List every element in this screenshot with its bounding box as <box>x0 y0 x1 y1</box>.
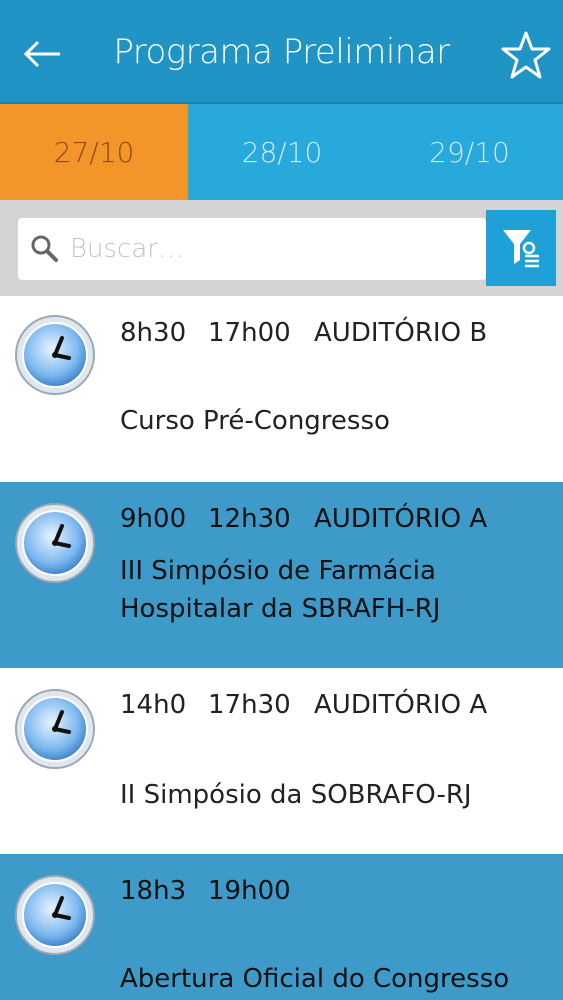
filter-icon <box>503 230 539 268</box>
event-start-time: 8h30 <box>120 318 187 348</box>
event-meta: 8h30 17h00 AUDITÓRIO B <box>120 318 487 348</box>
date-tabs: 27/10 28/10 29/10 <box>0 104 563 200</box>
clock-icon <box>15 689 95 769</box>
tab-29-10[interactable]: 29/10 <box>376 104 563 200</box>
event-meta: 9h00 12h30 AUDITÓRIO A <box>120 504 487 534</box>
list-item[interactable]: 14h0 17h30 AUDITÓRIO A II Simpósio da SOBR… <box>0 668 563 854</box>
event-meta: 18h3 19h00 <box>120 876 314 906</box>
page-title: Programa Preliminar <box>113 32 450 72</box>
event-end-time: 19h00 <box>208 876 291 906</box>
event-room: AUDITÓRIO A <box>314 504 488 534</box>
event-title: Curso Pré-Congresso <box>120 406 390 436</box>
search-box <box>18 218 486 280</box>
event-end-time: 17h00 <box>208 318 291 348</box>
clock-icon <box>15 315 95 395</box>
event-end-time: 17h30 <box>208 690 291 720</box>
list-item[interactable]: 8h30 17h00 AUDITÓRIO B Curso Pré-Congresso <box>0 296 563 482</box>
event-start-time: 18h3 <box>120 876 187 906</box>
event-meta: 14h0 17h30 AUDITÓRIO A <box>120 690 487 720</box>
event-list: 8h30 17h00 AUDITÓRIO B Curso Pré-Congresso… <box>0 296 563 1000</box>
favorite-button[interactable] <box>499 28 553 82</box>
event-title: III Simpósio de Farmácia Hospitalar da S… <box>120 556 441 624</box>
list-item[interactable]: 18h3 19h00 Abertura Oficial do Congresso <box>0 854 563 1000</box>
app-header: Programa Preliminar <box>0 0 563 104</box>
event-title: Abertura Oficial do Congresso <box>120 964 510 994</box>
tab-27-10[interactable]: 27/10 <box>0 104 188 200</box>
event-start-time: 9h00 <box>120 504 187 534</box>
event-room: AUDITÓRIO B <box>314 318 488 348</box>
star-icon <box>501 31 551 79</box>
event-end-time: 12h30 <box>208 504 291 534</box>
list-item[interactable]: 9h00 12h30 AUDITÓRIO A III Simpósio de Far… <box>0 482 563 668</box>
event-title: II Simpósio da SOBRAFO-RJ <box>120 780 472 810</box>
clock-icon <box>15 503 95 583</box>
event-room: AUDITÓRIO A <box>314 690 488 720</box>
search-bar <box>0 200 563 296</box>
search-icon <box>31 235 58 262</box>
clock-icon <box>15 875 95 955</box>
event-start-time: 14h0 <box>120 690 187 720</box>
tab-28-10[interactable]: 28/10 <box>188 104 376 200</box>
search-input[interactable] <box>68 233 472 265</box>
filter-button[interactable] <box>486 210 556 286</box>
